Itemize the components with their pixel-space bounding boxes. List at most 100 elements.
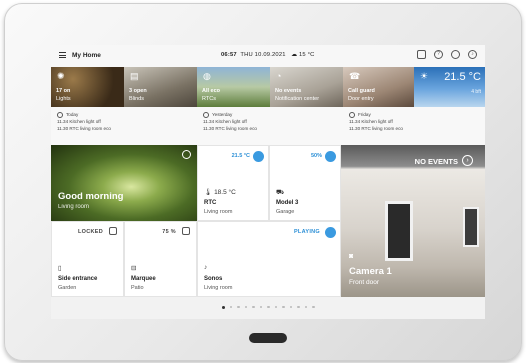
camera-icon: ◙	[349, 253, 354, 260]
sonos-room: Living room	[204, 285, 233, 291]
rtc-card[interactable]: 21.5 °C 🌡 18.5 °C RTC Living room	[197, 145, 269, 221]
clock: 06:57	[221, 52, 237, 58]
log-line: 11.30 RTC living room eco	[203, 126, 257, 131]
log-today[interactable]: Today 11.34 Kitchen light off 11.30 RTC …	[57, 111, 111, 132]
weather-tile[interactable]: ☀ 21.5 °C 4 bft	[414, 67, 485, 107]
notification-label: Notification center	[275, 96, 320, 102]
camera-door-shape	[385, 201, 413, 261]
clock-icon	[349, 111, 355, 118]
overview-tiles: ✺ 17 on Lights ▤ 3 open Blinds ◍ All eco…	[51, 67, 485, 107]
blinds-icon: ▤	[130, 71, 139, 81]
log-line: 11.30 RTC living room eco	[57, 126, 111, 131]
lock-card[interactable]: LOCKED ▯ Side entrance Garden	[51, 221, 124, 297]
home-lock-icon[interactable]	[417, 50, 426, 59]
marquee-card[interactable]: 75 % ⊟ Marquee Patio	[124, 221, 197, 297]
garage-value: 50%	[310, 153, 322, 159]
lightbulb-icon: ✺	[57, 71, 65, 81]
door-entry-label: Door entry	[348, 96, 374, 102]
blinds-tile[interactable]: ▤ 3 open Blinds	[124, 67, 197, 107]
marquee-control-icon[interactable]	[182, 227, 190, 235]
help-icon[interactable]: ?	[434, 50, 443, 59]
event-log-strip: Today 11.34 Kitchen light off 11.30 RTC …	[51, 107, 485, 145]
page-dot[interactable]	[297, 305, 300, 309]
pause-icon[interactable]	[325, 227, 336, 238]
thermometer-icon: 🌡 18.5 °C	[204, 189, 236, 196]
camera-status: NO EVENTS	[414, 157, 458, 166]
page-dot[interactable]	[304, 305, 307, 309]
door-entry-icon: ☎	[349, 71, 361, 81]
rtc-current-temp: 18.5 °C	[214, 189, 236, 196]
car-badge-icon[interactable]	[325, 151, 336, 162]
page-dot[interactable]	[229, 305, 232, 309]
speaker-icon: ♪	[204, 264, 208, 271]
page-dot[interactable]	[282, 305, 285, 309]
lock-title: Side entrance	[58, 276, 98, 282]
page-indicator[interactable]	[51, 303, 485, 311]
thermostat-icon: ◍	[203, 71, 211, 81]
sun-cloud-icon: ☀	[420, 71, 429, 81]
camera-title: Camera 1	[349, 266, 392, 277]
chevron-right-icon[interactable]: ›	[462, 155, 473, 166]
status-bar: My Home 06:57 THU 10.09.2021 ☁ 15 °C ? ♪	[51, 45, 485, 67]
lights-tile[interactable]: ✺ 17 on Lights	[51, 67, 124, 107]
lights-count: 17 on	[56, 88, 71, 94]
screen: My Home 06:57 THU 10.09.2021 ☁ 15 °C ? ♪…	[51, 45, 485, 319]
marquee-location: Patio	[131, 285, 144, 291]
log-title: Today	[66, 112, 79, 117]
marquee-position: 75 %	[162, 229, 176, 235]
page-dot[interactable]	[267, 305, 270, 309]
power-icon[interactable]	[182, 150, 191, 159]
door-entry-tile[interactable]: ☎ Call guard Door entry	[343, 67, 414, 107]
lock-location: Garden	[58, 285, 77, 291]
log-yesterday[interactable]: Yesterday 11.34 Kitchen light off 11.30 …	[203, 111, 257, 132]
datetime-weather: 06:57 THU 10.09.2021 ☁ 15 °C	[221, 52, 315, 58]
bell-icon[interactable]	[451, 50, 460, 59]
notification-tile[interactable]: ◔ No events Notification center	[270, 67, 343, 107]
blinds-label: Blinds	[129, 96, 144, 102]
page-dot[interactable]	[244, 305, 247, 309]
page-dot[interactable]	[289, 305, 292, 309]
menu-icon[interactable]	[59, 52, 66, 58]
rtc-title: RTC	[204, 200, 217, 206]
speaker-icon[interactable]: ♪	[468, 50, 477, 59]
status-icons: ? ♪	[417, 50, 477, 59]
rtc-setpoint: 21.5 °C	[231, 153, 250, 159]
rtcs-label: RTCs	[202, 96, 216, 102]
page-dot[interactable]	[252, 305, 255, 309]
log-line: 11.34 Kitchen light off	[349, 119, 393, 124]
page-dot[interactable]	[259, 305, 262, 309]
weather-temp: 15 °C	[298, 52, 315, 58]
notification-status: No events	[275, 88, 302, 94]
sonos-card[interactable]: PLAYING ♪ Sonos Living room	[197, 221, 341, 297]
lights-label: Lights	[56, 96, 71, 102]
door-icon: ▯	[58, 265, 62, 272]
page-dot[interactable]	[237, 305, 240, 309]
log-title: Friday	[358, 112, 371, 117]
car-icon: ⛟	[276, 189, 285, 196]
awning-icon: ⊟	[131, 265, 137, 272]
camera-card[interactable]: NO EVENTS › ◙ Camera 1 Front door	[341, 145, 485, 297]
log-title: Yesterday	[212, 112, 233, 117]
lock-icon[interactable]	[109, 227, 117, 235]
scene-title: Good morning	[58, 191, 124, 202]
log-friday[interactable]: Friday 11.34 Kitchen light off 11.30 RTC…	[349, 111, 403, 132]
rtcs-status: All eco	[202, 88, 221, 94]
log-line: 11.34 Kitchen light off	[57, 119, 101, 124]
log-line: 11.30 RTC living room eco	[349, 126, 403, 131]
page-dot[interactable]	[312, 305, 315, 309]
weather-icon: ☁	[291, 52, 298, 58]
clock-icon	[203, 111, 209, 118]
door-entry-status: Call guard	[348, 88, 375, 94]
page-dot[interactable]	[274, 305, 277, 309]
home-title: My Home	[72, 52, 101, 59]
scene-good-morning[interactable]: Good morning Living room	[51, 145, 197, 221]
home-button[interactable]	[249, 333, 287, 343]
garage-room: Garage	[276, 209, 295, 215]
outdoor-temp: 21.5 °C	[444, 71, 481, 83]
garage-card[interactable]: 50% ⛟ Model 3 Garage	[269, 145, 341, 221]
snowflake-icon[interactable]	[253, 151, 264, 162]
camera-location: Front door	[349, 279, 379, 286]
rtcs-tile[interactable]: ◍ All eco RTCs	[197, 67, 270, 107]
wind-speed: 4 bft	[471, 89, 481, 95]
page-dot[interactable]	[221, 305, 225, 309]
